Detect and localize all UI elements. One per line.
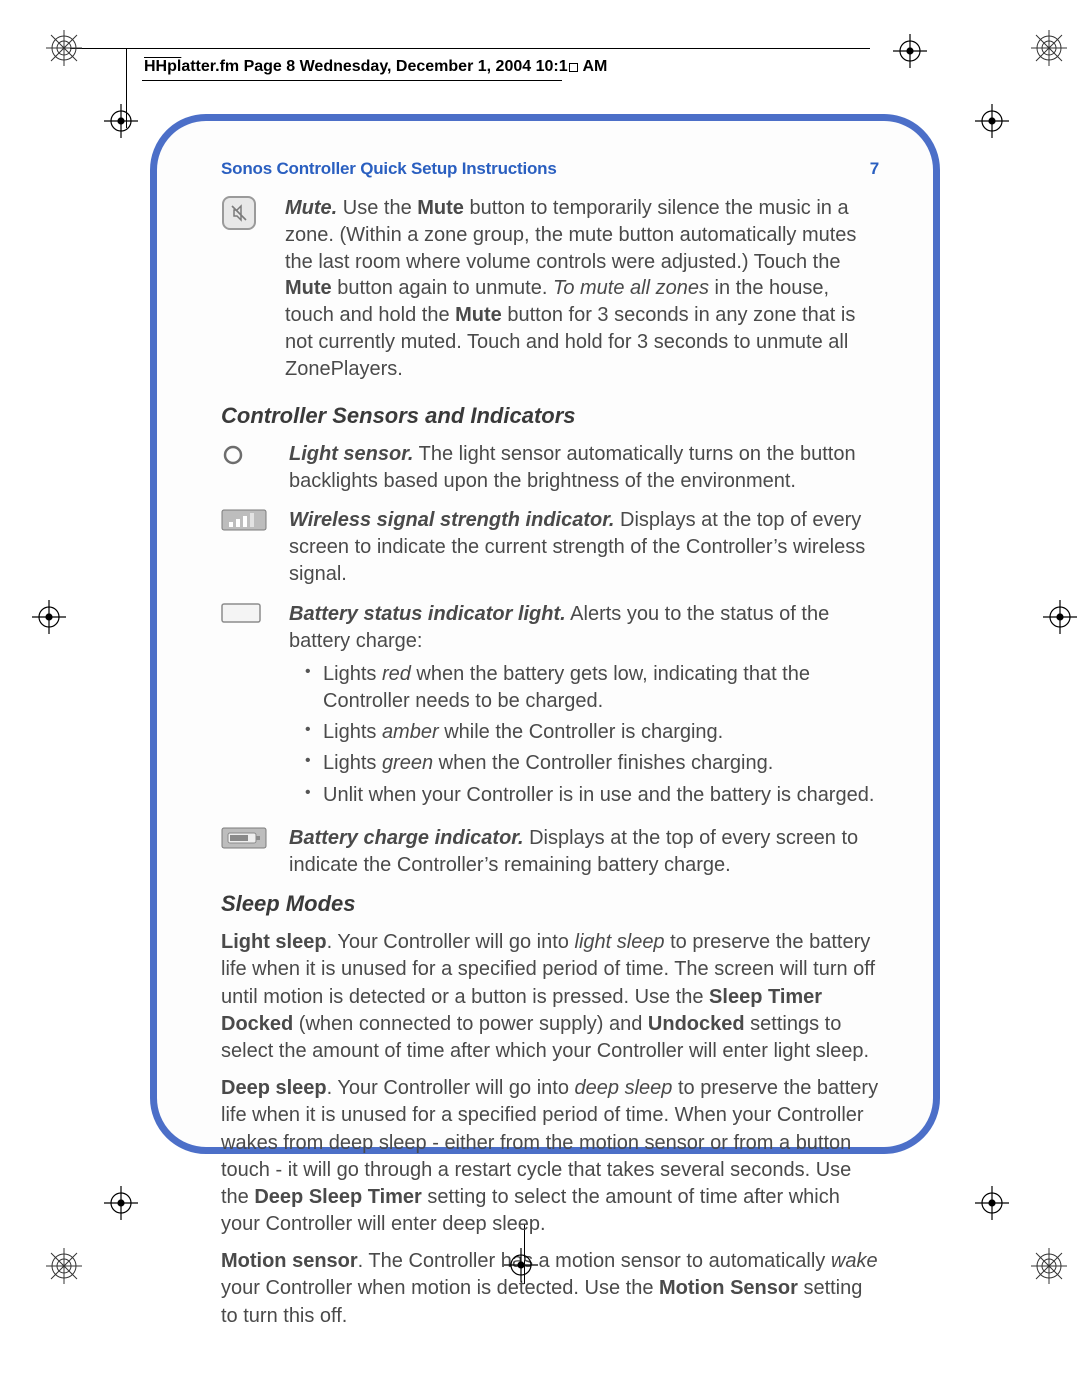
section-sensors-heading: Controller Sensors and Indicators (221, 403, 879, 429)
page-number: 7 (870, 159, 879, 179)
light-sensor-text: Light sensor. The light sensor automatic… (289, 441, 879, 495)
printer-crosshair-icon (104, 104, 138, 138)
printer-crosshair-icon (1043, 600, 1077, 634)
mute-description: Mute. Use the Mute button to temporarily… (285, 195, 879, 383)
printer-crosshair-icon (104, 1186, 138, 1220)
section-sleep-heading: Sleep Modes (221, 891, 879, 917)
printer-starburst-icon (44, 28, 84, 68)
printer-crosshair-icon (504, 1248, 538, 1282)
printer-starburst-icon (44, 1246, 84, 1286)
printer-crosshair-icon (32, 600, 66, 634)
light-sensor-icon (221, 443, 245, 495)
printer-starburst-icon (1029, 28, 1069, 68)
wireless-indicator-row: Wireless signal strength indicator. Disp… (221, 507, 879, 589)
proof-header: HHplatter.fm Page 8 Wednesday, December … (144, 58, 607, 76)
light-sensor-row: Light sensor. The light sensor automatic… (221, 441, 879, 495)
battery-status-light-row: Battery status indicator light. Alerts y… (221, 601, 879, 813)
printer-starburst-icon (1029, 1246, 1069, 1286)
battery-status-light-icon (221, 603, 261, 813)
list-item: Lights green when the Controller finishe… (305, 750, 879, 777)
mute-button-icon (221, 195, 257, 383)
battery-charge-icon (221, 827, 269, 879)
proof-header-underline (142, 80, 562, 81)
list-item: Lights red when the battery gets low, in… (305, 661, 879, 715)
light-sleep-paragraph: Light sleep. Your Controller will go int… (221, 929, 879, 1065)
running-header: Sonos Controller Quick Setup Instruction… (221, 159, 879, 179)
wireless-signal-icon (221, 509, 267, 589)
mute-description-row: Mute. Use the Mute button to temporarily… (221, 195, 879, 383)
page-frame: Sonos Controller Quick Setup Instruction… (150, 114, 940, 1154)
printer-crosshair-icon (975, 1186, 1009, 1220)
proof-header-suffix: AM (579, 58, 608, 75)
battery-charge-indicator-row: Battery charge indicator. Displays at th… (221, 825, 879, 879)
battery-status-bullet-list: Lights red when the battery gets low, in… (305, 661, 879, 809)
battery-charge-indicator-text: Battery charge indicator. Displays at th… (289, 825, 879, 879)
missing-glyph-icon (569, 63, 578, 72)
deep-sleep-paragraph: Deep sleep. Your Controller will go into… (221, 1075, 879, 1238)
proof-filename-prefix: HHpl (144, 58, 181, 75)
running-title: Sonos Controller Quick Setup Instruction… (221, 159, 557, 179)
proof-header-text: atter.fm Page 8 Wednesday, December 1, 2… (181, 58, 567, 75)
battery-status-light-text: Battery status indicator light. Alerts y… (289, 601, 879, 813)
wireless-indicator-text: Wireless signal strength indicator. Disp… (289, 507, 879, 589)
printer-crosshair-icon (975, 104, 1009, 138)
list-item: Unlit when your Controller is in use and… (305, 782, 879, 809)
printer-crosshair-icon (893, 34, 927, 68)
list-item: Lights amber while the Controller is cha… (305, 719, 879, 746)
crop-line (70, 48, 870, 49)
motion-sensor-paragraph: Motion sensor. The Controller has a moti… (221, 1248, 879, 1330)
